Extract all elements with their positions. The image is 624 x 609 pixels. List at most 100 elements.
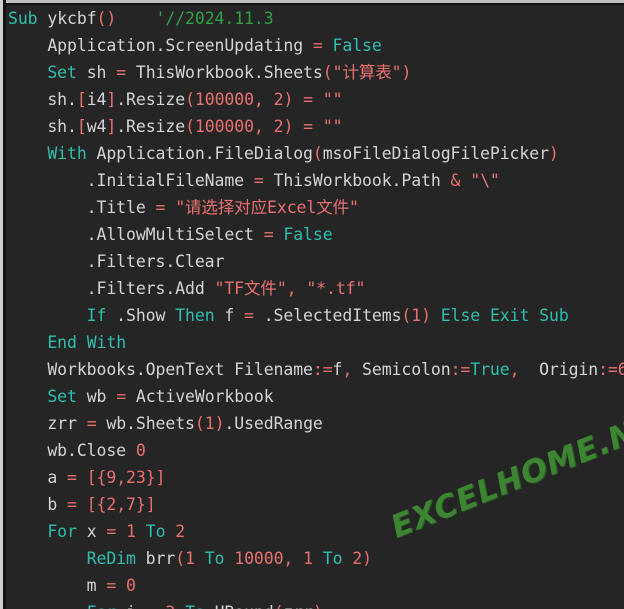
code-line[interactable]: For x = 1 To 2 [8,518,624,545]
code-token-id [480,306,490,325]
code-token-id: Semicolon [362,360,451,379]
code-line[interactable]: m = 0 [8,572,624,599]
code-token-num: ( [274,603,284,609]
code-token-num: 100000 [194,90,254,109]
code-token-num: = [263,225,274,244]
code-line[interactable]: .InitialFileName = ThisWorkbook.Path & "… [8,167,624,194]
code-token-kw: For [47,522,77,541]
code-token-num: ) [283,117,294,136]
code-line[interactable]: ReDim brr(1 To 10000, 1 To 2) [8,545,624,572]
code-token-num: () [96,9,117,28]
code-token-kw: Exit [489,306,530,325]
code-token-num: = [67,468,77,487]
code-token-num: ( [322,63,333,82]
code-token-num: ( [194,414,205,433]
code-token-id: Application.FileDialog [86,144,313,163]
code-token-id: m [86,576,107,595]
code-token-id: ThisWorkbook.Sheets [126,63,323,82]
code-token-num: = [116,387,127,406]
code-token-num: = [303,90,313,109]
code-line[interactable]: Workbooks.OpenText Filename:=f, Semicolo… [8,356,624,383]
code-token-num: 2 [352,549,363,568]
code-token-id [342,549,352,568]
code-token-id [431,306,441,325]
code-token-kw: False [332,36,382,55]
code-line[interactable]: End With [8,329,624,356]
code-token-num: , [286,279,307,298]
code-line[interactable]: a = [{9,23}] [8,464,624,491]
code-token-id: Origin [529,360,599,379]
code-line[interactable]: b = [{2,7}] [8,491,624,518]
code-token-id: UBound [205,603,274,609]
vba-code-editor[interactable]: Sub ykcbf() '//2024.11.3 Application.Scr… [0,0,624,609]
code-token-str: "*.tf" [306,279,366,298]
code-token-str: "" [322,117,343,136]
code-token-id: wb [76,387,117,406]
code-line[interactable]: Set wb = ActiveWorkbook [8,383,624,410]
code-line[interactable]: Sub ykcbf() '//2024.11.3 [8,5,624,32]
code-token-num: = [155,198,166,217]
code-token-id [293,117,303,136]
code-content[interactable]: Sub ykcbf() '//2024.11.3 Application.Scr… [8,5,624,609]
code-line[interactable]: .Filters.Add "TF文件", "*.tf" [8,275,624,302]
code-line[interactable]: For i = 3 To UBound(zrr) [8,599,624,609]
window-left-border-inner [3,0,6,609]
code-token-id: .Resize [116,117,186,136]
code-token-num: 10000 [234,549,284,568]
window-top-border-inner [0,3,624,5]
code-token-id: f [332,360,343,379]
code-line[interactable]: Application.ScreenUpdating = False [8,32,624,59]
code-token-id [116,9,155,28]
code-token-kw: Then [175,306,215,325]
code-token-num: = [244,306,254,325]
code-line[interactable]: Set sh = ThisWorkbook.Sheets("计算表") [8,59,624,86]
code-token-id: ActiveWorkbook [126,387,274,406]
code-token-id [165,522,175,541]
code-line[interactable]: sh.[i4].Resize(100000, 2) = "" [8,86,624,113]
code-token-id [224,549,234,568]
code-token-num: ( [185,117,195,136]
code-token-kw: With [86,333,127,352]
code-token-num: [{2,7}] [86,495,156,514]
code-token-num: , [283,549,304,568]
code-token-num: 1 [411,306,422,325]
code-token-id [293,90,303,109]
code-token-id: wb.Sheets [96,414,195,433]
code-line[interactable]: .Title = "请选择对应Excel文件" [8,194,624,221]
code-line[interactable]: zrr = wb.Sheets(1).UsedRange [8,410,624,437]
code-token-id [274,225,284,244]
code-token-str: "计算表" [332,63,402,82]
code-token-num: , [253,117,274,136]
code-token-num: ( [401,306,412,325]
code-token-num: ) [313,603,323,609]
code-token-id [460,171,470,190]
code-token-id: ThisWorkbook.Path [263,171,451,190]
code-token-id: brr [135,549,176,568]
code-token-id: .AllowMultiSelect [86,225,264,244]
code-token-num: 3 [165,603,175,609]
code-token-id [136,522,146,541]
code-token-id [165,198,175,217]
code-token-kw: End [47,333,77,352]
code-line[interactable]: wb.Close 0 [8,437,624,464]
code-token-id: Workbooks.OpenText Filename [47,360,313,379]
code-line[interactable]: With Application.FileDialog(msoFileDialo… [8,140,624,167]
code-token-kw: To [145,522,166,541]
code-line[interactable]: If .Show Then f = .SelectedItems(1) Else… [8,302,624,329]
code-token-kw: Else [440,306,481,325]
code-line[interactable]: .Filters.Clear [8,248,624,275]
code-token-kw: Sub [8,9,38,28]
code-line[interactable]: .AllowMultiSelect = False [8,221,624,248]
code-line[interactable]: sh.[w4].Resize(100000, 2) = "" [8,113,624,140]
code-token-num: = [146,603,156,609]
code-token-num: 1 [303,549,313,568]
